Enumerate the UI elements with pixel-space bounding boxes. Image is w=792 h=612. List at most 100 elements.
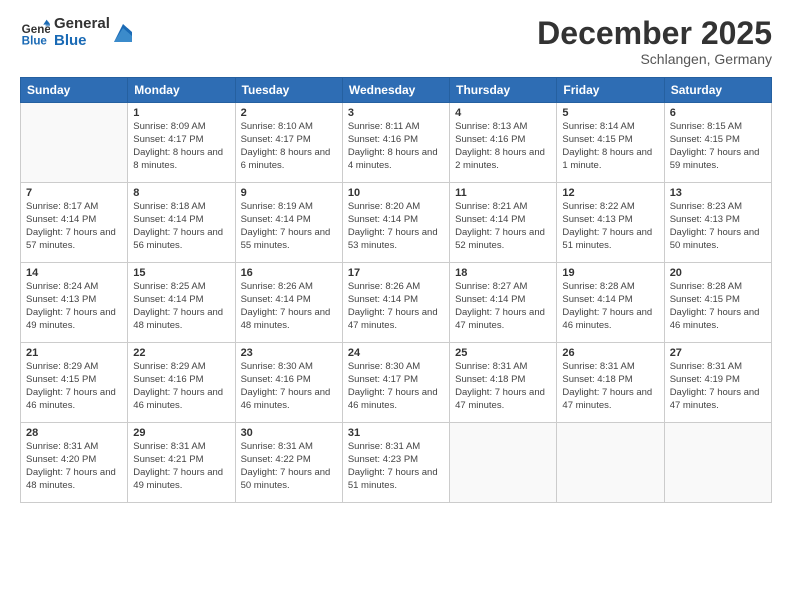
calendar-cell: 23 Sunrise: 8:30 AMSunset: 4:16 PMDayligh… <box>235 343 342 423</box>
day-number: 4 <box>455 107 551 119</box>
day-info: Sunrise: 8:27 AMSunset: 4:14 PMDaylight:… <box>455 281 551 332</box>
day-info: Sunrise: 8:26 AMSunset: 4:14 PMDaylight:… <box>348 281 444 332</box>
day-number: 26 <box>562 347 658 359</box>
day-info: Sunrise: 8:30 AMSunset: 4:17 PMDaylight:… <box>348 361 444 412</box>
day-info: Sunrise: 8:22 AMSunset: 4:13 PMDaylight:… <box>562 201 658 252</box>
day-info: Sunrise: 8:19 AMSunset: 4:14 PMDaylight:… <box>241 201 337 252</box>
logo: General Blue General Blue <box>20 16 132 49</box>
calendar-cell: 21Sunrise: 8:29 AMSunset: 4:15 PMDayligh… <box>21 343 128 423</box>
calendar-cell: 8Sunrise: 8:18 AMSunset: 4:14 PMDaylight… <box>128 183 235 263</box>
calendar-cell: 11 Sunrise: 8:21 AMSunset: 4:14 PMDayligh… <box>450 183 557 263</box>
calendar-cell: 16 Sunrise: 8:26 AMSunset: 4:14 PMDayligh… <box>235 263 342 343</box>
weekday-header-row: SundayMondayTuesdayWednesdayThursdayFrid… <box>21 78 772 103</box>
day-number: 13 <box>670 187 766 199</box>
day-info: Sunrise: 8:31 AMSunset: 4:21 PMDaylight:… <box>133 441 229 492</box>
calendar-cell: 2 Sunrise: 8:10 AMSunset: 4:17 PMDaylight… <box>235 103 342 183</box>
day-info: Sunrise: 8:31 AMSunset: 4:18 PMDaylight:… <box>562 361 658 412</box>
calendar-cell: 19 Sunrise: 8:28 AMSunset: 4:14 PMDayligh… <box>557 263 664 343</box>
calendar-week-3: 14 Sunrise: 8:24 AMSunset: 4:13 PMDayligh… <box>21 263 772 343</box>
calendar-cell <box>450 423 557 503</box>
calendar-cell: 31 Sunrise: 8:31 AMSunset: 4:23 PMDayligh… <box>342 423 449 503</box>
day-number: 16 <box>241 267 337 279</box>
day-info: Sunrise: 8:31 AMSunset: 4:18 PMDaylight:… <box>455 361 551 412</box>
day-info: Sunrise: 8:25 AMSunset: 4:14 PMDaylight:… <box>133 281 229 332</box>
calendar-cell: 10Sunrise: 8:20 AMSunset: 4:14 PMDayligh… <box>342 183 449 263</box>
day-info: Sunrise: 8:20 AMSunset: 4:14 PMDaylight:… <box>348 201 444 252</box>
weekday-header-saturday: Saturday <box>664 78 771 103</box>
day-number: 21 <box>26 347 122 359</box>
calendar-cell: 29 Sunrise: 8:31 AMSunset: 4:21 PMDayligh… <box>128 423 235 503</box>
day-info: Sunrise: 8:23 AMSunset: 4:13 PMDaylight:… <box>670 201 766 252</box>
calendar-cell: 3Sunrise: 8:11 AMSunset: 4:16 PMDaylight… <box>342 103 449 183</box>
day-info: Sunrise: 8:15 AMSunset: 4:15 PMDaylight:… <box>670 121 766 172</box>
day-info: Sunrise: 8:24 AMSunset: 4:13 PMDaylight:… <box>26 281 122 332</box>
calendar-week-2: 7 Sunrise: 8:17 AMSunset: 4:14 PMDaylight… <box>21 183 772 263</box>
day-number: 20 <box>670 267 766 279</box>
day-info: Sunrise: 8:10 AMSunset: 4:17 PMDaylight:… <box>241 121 337 172</box>
weekday-header-tuesday: Tuesday <box>235 78 342 103</box>
calendar-cell: 25Sunrise: 8:31 AMSunset: 4:18 PMDayligh… <box>450 343 557 423</box>
day-number: 31 <box>348 427 444 439</box>
calendar-cell: 7 Sunrise: 8:17 AMSunset: 4:14 PMDaylight… <box>21 183 128 263</box>
calendar-week-5: 28Sunrise: 8:31 AMSunset: 4:20 PMDayligh… <box>21 423 772 503</box>
logo-blue: Blue <box>54 33 110 50</box>
day-number: 29 <box>133 427 229 439</box>
calendar-cell: 28Sunrise: 8:31 AMSunset: 4:20 PMDayligh… <box>21 423 128 503</box>
day-info: Sunrise: 8:14 AMSunset: 4:15 PMDaylight:… <box>562 121 658 172</box>
calendar-cell: 1 Sunrise: 8:09 AMSunset: 4:17 PMDaylight… <box>128 103 235 183</box>
month-title: December 2025 <box>537 16 772 51</box>
day-number: 1 <box>133 107 229 119</box>
calendar-week-1: 1 Sunrise: 8:09 AMSunset: 4:17 PMDaylight… <box>21 103 772 183</box>
day-number: 19 <box>562 267 658 279</box>
day-number: 27 <box>670 347 766 359</box>
calendar-cell: 17 Sunrise: 8:26 AMSunset: 4:14 PMDayligh… <box>342 263 449 343</box>
day-info: Sunrise: 8:26 AMSunset: 4:14 PMDaylight:… <box>241 281 337 332</box>
day-number: 14 <box>26 267 122 279</box>
day-info: Sunrise: 8:31 AMSunset: 4:20 PMDaylight:… <box>26 441 122 492</box>
day-number: 23 <box>241 347 337 359</box>
calendar-cell: 27Sunrise: 8:31 AMSunset: 4:19 PMDayligh… <box>664 343 771 423</box>
calendar-cell: 14 Sunrise: 8:24 AMSunset: 4:13 PMDayligh… <box>21 263 128 343</box>
day-number: 11 <box>455 187 551 199</box>
day-number: 22 <box>133 347 229 359</box>
calendar-cell: 5 Sunrise: 8:14 AMSunset: 4:15 PMDaylight… <box>557 103 664 183</box>
day-info: Sunrise: 8:21 AMSunset: 4:14 PMDaylight:… <box>455 201 551 252</box>
weekday-header-friday: Friday <box>557 78 664 103</box>
day-info: Sunrise: 8:31 AMSunset: 4:23 PMDaylight:… <box>348 441 444 492</box>
page-header: General Blue General Blue December 2025 … <box>20 16 772 67</box>
day-number: 5 <box>562 107 658 119</box>
day-number: 12 <box>562 187 658 199</box>
calendar-cell: 22 Sunrise: 8:29 AMSunset: 4:16 PMDayligh… <box>128 343 235 423</box>
location: Schlangen, Germany <box>537 51 772 67</box>
calendar-cell <box>21 103 128 183</box>
calendar-cell <box>557 423 664 503</box>
day-number: 15 <box>133 267 229 279</box>
calendar-cell: 15 Sunrise: 8:25 AMSunset: 4:14 PMDayligh… <box>128 263 235 343</box>
day-number: 7 <box>26 187 122 199</box>
day-number: 6 <box>670 107 766 119</box>
calendar-cell: 9 Sunrise: 8:19 AMSunset: 4:14 PMDaylight… <box>235 183 342 263</box>
calendar-cell: 26 Sunrise: 8:31 AMSunset: 4:18 PMDayligh… <box>557 343 664 423</box>
title-block: December 2025 Schlangen, Germany <box>537 16 772 67</box>
calendar-cell: 18 Sunrise: 8:27 AMSunset: 4:14 PMDayligh… <box>450 263 557 343</box>
day-info: Sunrise: 8:09 AMSunset: 4:17 PMDaylight:… <box>133 121 229 172</box>
day-info: Sunrise: 8:28 AMSunset: 4:14 PMDaylight:… <box>562 281 658 332</box>
weekday-header-sunday: Sunday <box>21 78 128 103</box>
day-info: Sunrise: 8:31 AMSunset: 4:22 PMDaylight:… <box>241 441 337 492</box>
weekday-header-thursday: Thursday <box>450 78 557 103</box>
day-info: Sunrise: 8:11 AMSunset: 4:16 PMDaylight:… <box>348 121 444 172</box>
day-number: 8 <box>133 187 229 199</box>
day-number: 18 <box>455 267 551 279</box>
day-info: Sunrise: 8:30 AMSunset: 4:16 PMDaylight:… <box>241 361 337 412</box>
day-number: 2 <box>241 107 337 119</box>
day-info: Sunrise: 8:29 AMSunset: 4:16 PMDaylight:… <box>133 361 229 412</box>
day-number: 9 <box>241 187 337 199</box>
svg-text:Blue: Blue <box>22 34 48 47</box>
calendar-cell: 12 Sunrise: 8:22 AMSunset: 4:13 PMDayligh… <box>557 183 664 263</box>
logo-icon <box>114 24 132 42</box>
day-info: Sunrise: 8:28 AMSunset: 4:15 PMDaylight:… <box>670 281 766 332</box>
day-number: 17 <box>348 267 444 279</box>
day-info: Sunrise: 8:17 AMSunset: 4:14 PMDaylight:… <box>26 201 122 252</box>
day-info: Sunrise: 8:13 AMSunset: 4:16 PMDaylight:… <box>455 121 551 172</box>
calendar-cell: 4 Sunrise: 8:13 AMSunset: 4:16 PMDaylight… <box>450 103 557 183</box>
